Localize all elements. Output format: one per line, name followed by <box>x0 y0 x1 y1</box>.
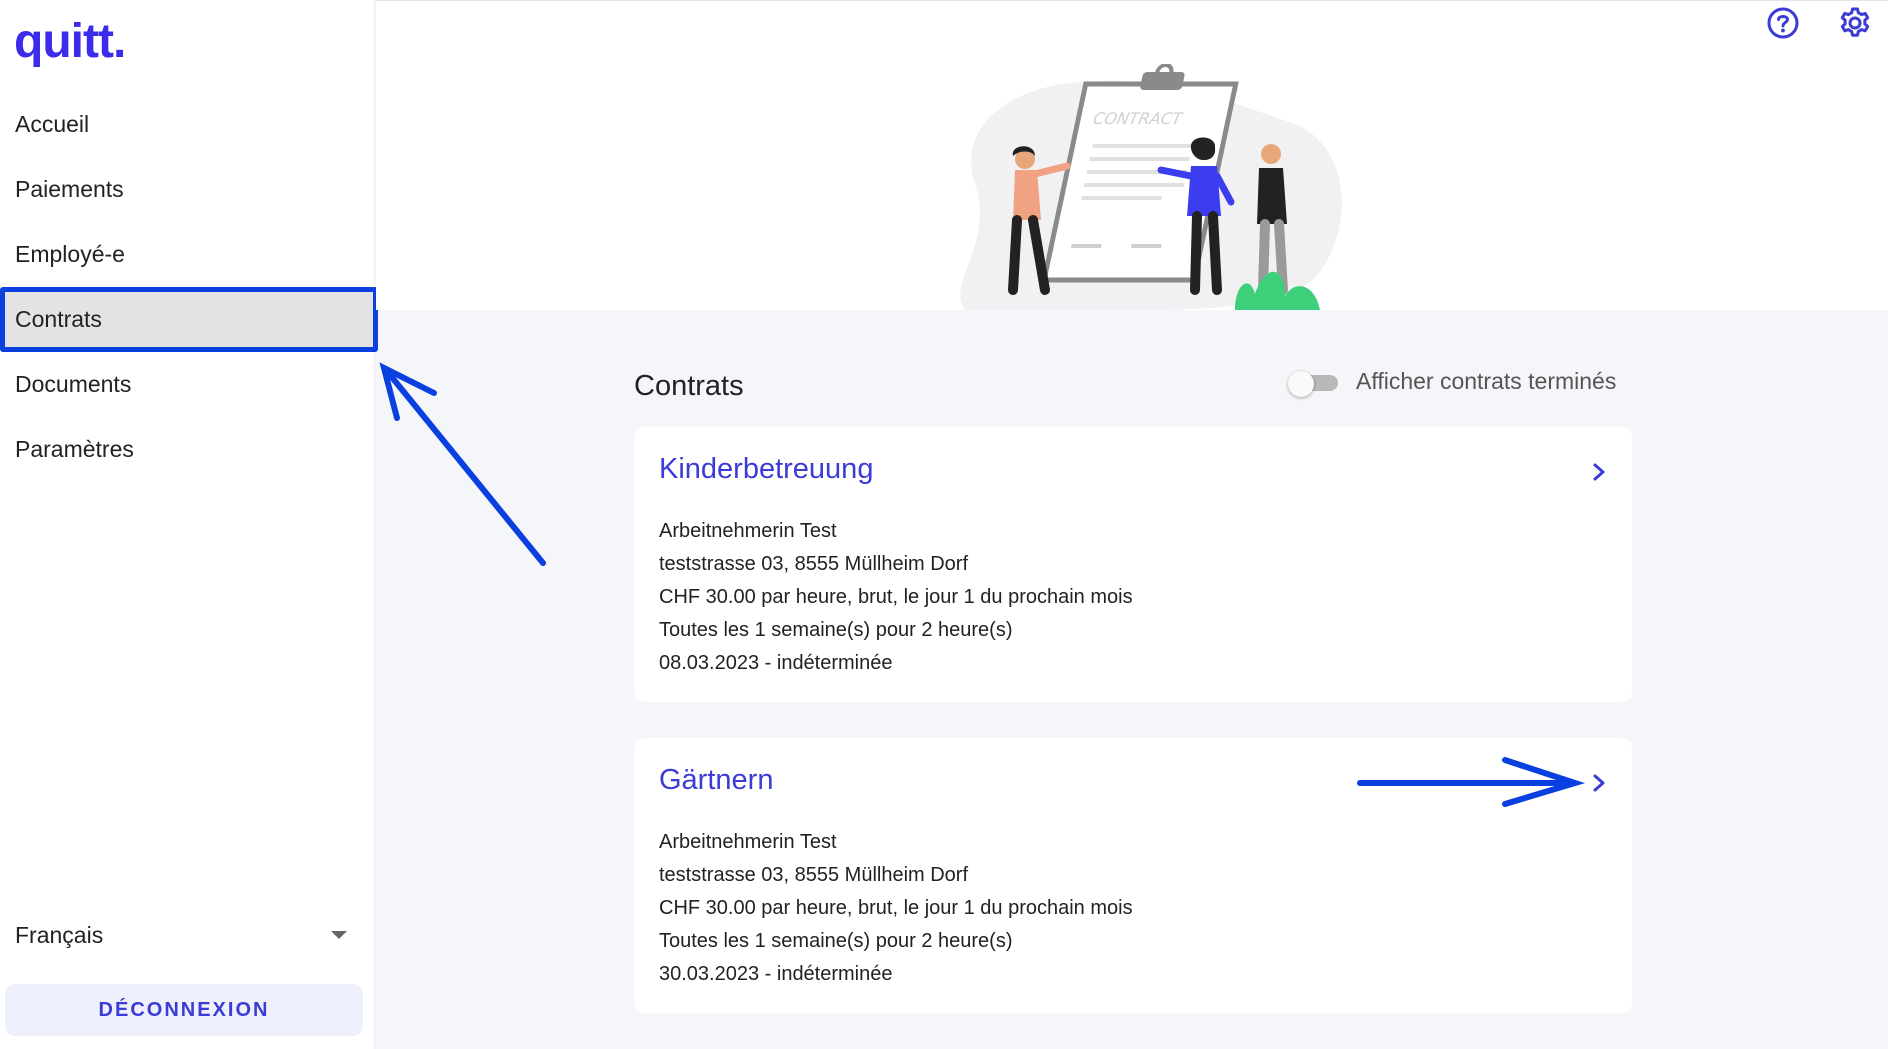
app-logo[interactable]: quitt. <box>14 14 126 69</box>
chevron-right-icon[interactable] <box>1588 768 1610 798</box>
help-icon[interactable] <box>1766 6 1800 40</box>
contract-card[interactable]: Kinderbetreuung Arbeitnehmerin Test test… <box>634 427 1632 702</box>
sidebar-item-parametres[interactable]: Paramètres <box>0 417 375 482</box>
sidebar-item-accueil[interactable]: Accueil <box>0 92 375 157</box>
sidebar-item-paiements[interactable]: Paiements <box>0 157 375 222</box>
contract-pay: CHF 30.00 par heure, brut, le jour 1 du … <box>659 897 1133 919</box>
toggle-knob <box>1288 371 1314 397</box>
contract-details: Arbeitnehmerin Test teststrasse 03, 8555… <box>659 515 1133 680</box>
contract-employee: Arbeitnehmerin Test <box>659 520 837 542</box>
page-title: Contrats <box>634 370 744 402</box>
language-select[interactable]: Français <box>15 915 355 955</box>
contract-period: 30.03.2023 - indéterminée <box>659 963 893 985</box>
contract-card[interactable]: Gärtnern Arbeitnehmerin Test teststrasse… <box>634 738 1632 1013</box>
contract-address: teststrasse 03, 8555 Müllheim Dorf <box>659 553 969 575</box>
annotation-arrow-up-left <box>379 362 546 566</box>
sidebar-item-employe[interactable]: Employé-e <box>0 222 375 287</box>
sidebar-nav: Accueil Paiements Employé-e Contrats Doc… <box>0 92 378 482</box>
contract-title[interactable]: Kinderbetreuung <box>659 453 873 486</box>
contract-title[interactable]: Gärtnern <box>659 764 773 797</box>
language-value: Français <box>15 921 104 948</box>
show-ended-toggle[interactable] <box>1288 371 1340 397</box>
chevron-down-icon <box>331 931 347 939</box>
contract-address: teststrasse 03, 8555 Müllheim Dorf <box>659 864 969 886</box>
sidebar-item-documents[interactable]: Documents <box>0 352 375 417</box>
show-ended-label[interactable]: Afficher contrats terminés <box>1356 368 1616 395</box>
gear-icon[interactable] <box>1838 6 1872 40</box>
contract-employee: Arbeitnehmerin Test <box>659 831 837 853</box>
contract-period: 08.03.2023 - indéterminée <box>659 652 893 674</box>
contract-schedule: Toutes les 1 semaine(s) pour 2 heure(s) <box>659 619 1013 641</box>
illustration-text: CONTRACT <box>1091 109 1184 128</box>
contract-details: Arbeitnehmerin Test teststrasse 03, 8555… <box>659 826 1133 991</box>
contract-schedule: Toutes les 1 semaine(s) pour 2 heure(s) <box>659 930 1013 952</box>
contract-illustration: CONTRACT <box>960 64 1342 310</box>
logout-button[interactable]: DÉCONNEXION <box>5 984 363 1036</box>
contract-pay: CHF 30.00 par heure, brut, le jour 1 du … <box>659 586 1133 608</box>
sidebar-item-contrats[interactable]: Contrats <box>0 287 378 352</box>
sidebar: quitt. Accueil Paiements Employé-e Contr… <box>0 0 378 1049</box>
chevron-right-icon[interactable] <box>1588 457 1610 487</box>
